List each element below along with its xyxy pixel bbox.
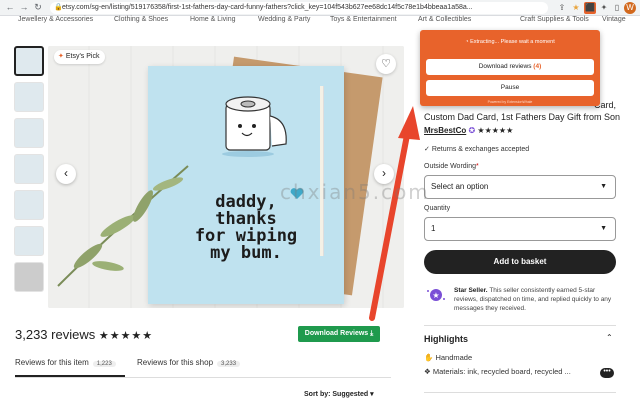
watermark-text: chxian5.com [280, 180, 430, 204]
